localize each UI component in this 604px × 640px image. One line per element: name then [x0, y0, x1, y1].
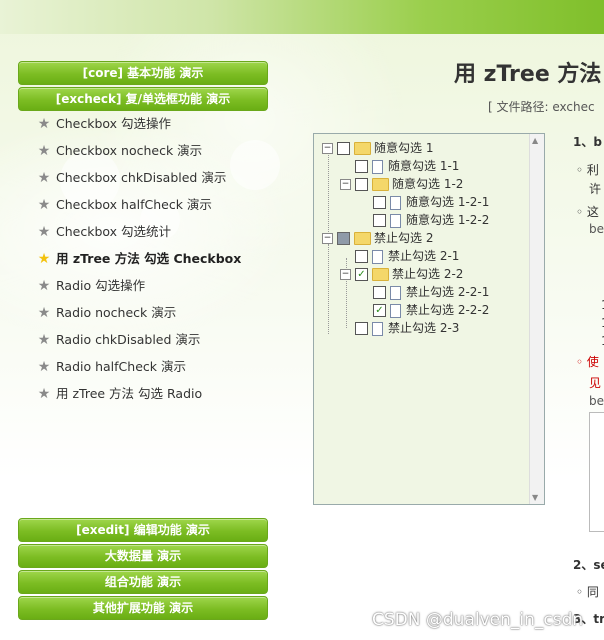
- watermark: CSDN @dualven_in_csdn: [372, 610, 584, 630]
- star-icon: ★: [37, 305, 51, 321]
- tree-node[interactable]: 随意勾选 1-2-1: [373, 193, 489, 211]
- submenu-item[interactable]: ★ Checkbox halfCheck 演示: [36, 195, 212, 215]
- file-icon: [390, 285, 401, 300]
- collapse-icon[interactable]: −: [322, 143, 333, 154]
- file-path: [ 文件路径: exchec: [488, 100, 595, 114]
- tree-node[interactable]: − 禁止勾选 2: [322, 229, 433, 247]
- node-checkbox-partial[interactable]: [337, 232, 350, 245]
- folder-open-icon: [372, 268, 389, 281]
- node-checkbox[interactable]: [373, 286, 386, 299]
- bullet-text: ◦ 同: [576, 585, 599, 599]
- submenu-item[interactable]: ★ Radio 勾选操作: [36, 276, 145, 296]
- submenu-item[interactable]: ★ Radio halfCheck 演示: [36, 357, 186, 377]
- node-checkbox-checked[interactable]: ✓: [355, 268, 368, 281]
- node-checkbox[interactable]: [355, 178, 368, 191]
- collapse-icon[interactable]: −: [322, 233, 333, 244]
- tree-line: [328, 150, 329, 240]
- bokeh-light: [230, 140, 280, 190]
- star-icon: ★: [37, 116, 51, 132]
- tree-node[interactable]: 禁止勾选 2-3: [355, 319, 459, 337]
- folder-open-icon: [354, 142, 371, 155]
- star-icon: ★: [37, 170, 51, 186]
- folder-open-icon: [372, 178, 389, 191]
- node-checkbox[interactable]: [337, 142, 350, 155]
- menu-core-demo[interactable]: [core] 基本功能 演示: [18, 61, 268, 85]
- page-title: 用 zTree 方法: [454, 62, 602, 87]
- star-icon: ★: [37, 224, 51, 240]
- warning-text: ◦ 使: [576, 355, 599, 369]
- file-icon: [390, 213, 401, 228]
- file-icon: [372, 249, 383, 264]
- node-checkbox[interactable]: [355, 160, 368, 173]
- submenu-item[interactable]: ★ Radio chkDisabled 演示: [36, 330, 201, 350]
- top-banner: [0, 0, 604, 34]
- submenu-item[interactable]: ★ 用 zTree 方法 勾选 Radio: [36, 384, 202, 404]
- file-icon: [390, 195, 401, 210]
- node-checkbox[interactable]: [355, 322, 368, 335]
- tree-node[interactable]: 随意勾选 1-2-2: [373, 211, 489, 229]
- bullet-text: ◦ 这: [576, 205, 599, 219]
- section-heading-2: 2、se: [573, 558, 604, 572]
- tree-node[interactable]: 禁止勾选 2-2-1: [373, 283, 489, 301]
- file-icon: [372, 159, 383, 174]
- star-icon: ★: [37, 386, 51, 402]
- node-checkbox-checked[interactable]: ✓: [373, 304, 386, 317]
- collapse-icon[interactable]: −: [340, 179, 351, 190]
- bullet-text: be: [589, 394, 604, 408]
- star-icon: ★: [37, 278, 51, 294]
- menu-other-demo[interactable]: 其他扩展功能 演示: [18, 596, 268, 620]
- menu-excheck-demo[interactable]: [excheck] 复/单选框功能 演示: [18, 87, 268, 111]
- tree-node[interactable]: 禁止勾选 2-1: [355, 247, 459, 265]
- bullet-text: 许: [589, 182, 602, 196]
- submenu-item[interactable]: ★ Checkbox 勾选操作: [36, 114, 171, 134]
- tree-scrollbar[interactable]: ▲ ▼: [529, 134, 544, 504]
- scroll-up-icon[interactable]: ▲: [532, 136, 538, 145]
- tree-node[interactable]: − 随意勾选 1: [322, 139, 433, 157]
- node-checkbox[interactable]: [355, 250, 368, 263]
- star-icon: ★: [37, 359, 51, 375]
- star-icon: ★: [37, 251, 51, 267]
- code-textarea[interactable]: [589, 412, 604, 532]
- node-checkbox[interactable]: [373, 196, 386, 209]
- section-heading-1: 1、b: [573, 135, 602, 149]
- menu-bigdata-demo[interactable]: 大数据量 演示: [18, 544, 268, 568]
- star-icon: ★: [37, 143, 51, 159]
- submenu-item-active[interactable]: ★ 用 zTree 方法 勾选 Checkbox: [36, 249, 242, 269]
- star-icon: ★: [37, 332, 51, 348]
- tree-node[interactable]: 随意勾选 1-1: [355, 157, 459, 175]
- menu-combo-demo[interactable]: 组合功能 演示: [18, 570, 268, 594]
- menu-exedit-demo[interactable]: [exedit] 编辑功能 演示: [18, 518, 268, 542]
- submenu-item[interactable]: ★ Checkbox chkDisabled 演示: [36, 168, 227, 188]
- star-icon: ★: [37, 197, 51, 213]
- bullet-text: be: [589, 222, 604, 236]
- file-icon: [372, 321, 383, 336]
- scroll-down-icon[interactable]: ▼: [532, 493, 538, 502]
- submenu-item[interactable]: ★ Radio nocheck 演示: [36, 303, 177, 323]
- submenu-item[interactable]: ★ Checkbox nocheck 演示: [36, 141, 202, 161]
- tree-node[interactable]: − 随意勾选 1-2: [340, 175, 463, 193]
- collapse-icon[interactable]: −: [340, 269, 351, 280]
- submenu-item[interactable]: ★ Checkbox 勾选统计: [36, 222, 171, 242]
- tree-line: [328, 244, 329, 334]
- warning-text: 见: [589, 376, 602, 390]
- bullet-text: ◦ 利: [576, 163, 599, 177]
- tree-node[interactable]: ✓ 禁止勾选 2-2-2: [373, 301, 489, 319]
- folder-open-icon: [354, 232, 371, 245]
- tree-node[interactable]: − ✓ 禁止勾选 2-2: [340, 265, 463, 283]
- file-icon: [390, 303, 401, 318]
- node-checkbox[interactable]: [373, 214, 386, 227]
- ztree-panel: − 随意勾选 1 随意勾选 1-1 − 随意勾选 1-2 随意勾选 1-2-1 随意…: [313, 133, 545, 505]
